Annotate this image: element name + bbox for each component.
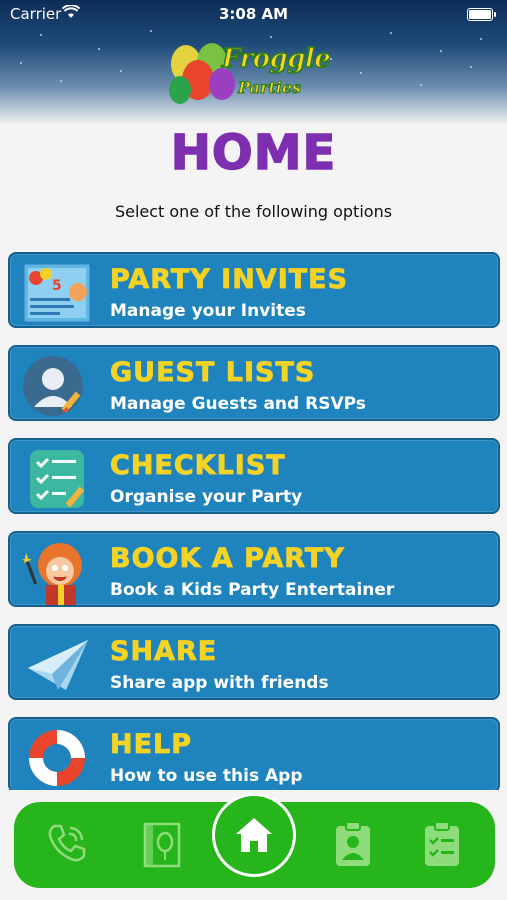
menu-item-help[interactable]: HELP How to use this App [8, 717, 500, 793]
menu-item-title: BOOK A PARTY [110, 543, 345, 575]
menu-item-party-invites[interactable]: 5 PARTY INVITES Manage your Invites [8, 252, 500, 328]
tab-guests[interactable] [330, 820, 376, 870]
menu-item-book-a-party[interactable]: BOOK A PARTY Book a Kids Party Entertain… [8, 531, 500, 607]
menu-item-title: SHARE [110, 636, 218, 668]
tab-checklist[interactable] [419, 820, 465, 870]
lifebuoy-icon [22, 727, 92, 787]
logo-sub: Parties [237, 78, 302, 98]
clock: 3:08 AM [218, 5, 289, 23]
status-bar: Carrier 3:08 AM [0, 0, 507, 28]
menu-item-title: PARTY INVITES [110, 264, 349, 296]
froggle-logo: Froggle Parties [168, 40, 338, 108]
menu-item-subtitle: Book a Kids Party Entertainer [110, 580, 395, 600]
page-subtitle: Select one of the following options [114, 202, 393, 221]
menu-item-checklist[interactable]: CHECKLIST Organise your Party [8, 438, 500, 514]
menu-item-subtitle: Share app with friends [110, 673, 329, 693]
guest-badge-icon [330, 821, 376, 874]
invite-icon [139, 822, 185, 874]
invite-card-icon: 5 [22, 262, 92, 323]
battery-icon [467, 8, 496, 21]
tab-phone[interactable] [44, 820, 90, 870]
menu-item-subtitle: Manage Guests and RSVPs [110, 394, 366, 414]
guest-avatar-icon [22, 355, 92, 416]
menu-item-title: HELP [110, 729, 193, 761]
paper-plane-icon [22, 634, 92, 694]
menu-item-share[interactable]: SHARE Share app with friends [8, 624, 500, 700]
tab-invites[interactable] [139, 820, 185, 870]
page-title: HOME [170, 124, 337, 182]
menu-item-subtitle: Organise your Party [110, 487, 303, 507]
menu-list: 5 PARTY INVITES Manage your Invites GUES… [8, 252, 500, 810]
checklist-clipboard-icon [419, 821, 465, 874]
menu-item-guest-lists[interactable]: GUEST LISTS Manage Guests and RSVPs [8, 345, 500, 421]
menu-item-title: GUEST LISTS [110, 357, 316, 389]
checklist-icon [22, 448, 92, 508]
phone-icon [44, 824, 90, 870]
menu-item-subtitle: How to use this App [110, 766, 303, 786]
menu-item-title: CHECKLIST [110, 450, 286, 482]
home-icon [236, 818, 272, 852]
tab-home[interactable] [212, 793, 296, 877]
logo-name: Froggle [221, 43, 331, 75]
entertainer-icon [22, 541, 92, 605]
menu-item-subtitle: Manage your Invites [110, 301, 306, 321]
svg-text:5: 5 [52, 278, 62, 294]
